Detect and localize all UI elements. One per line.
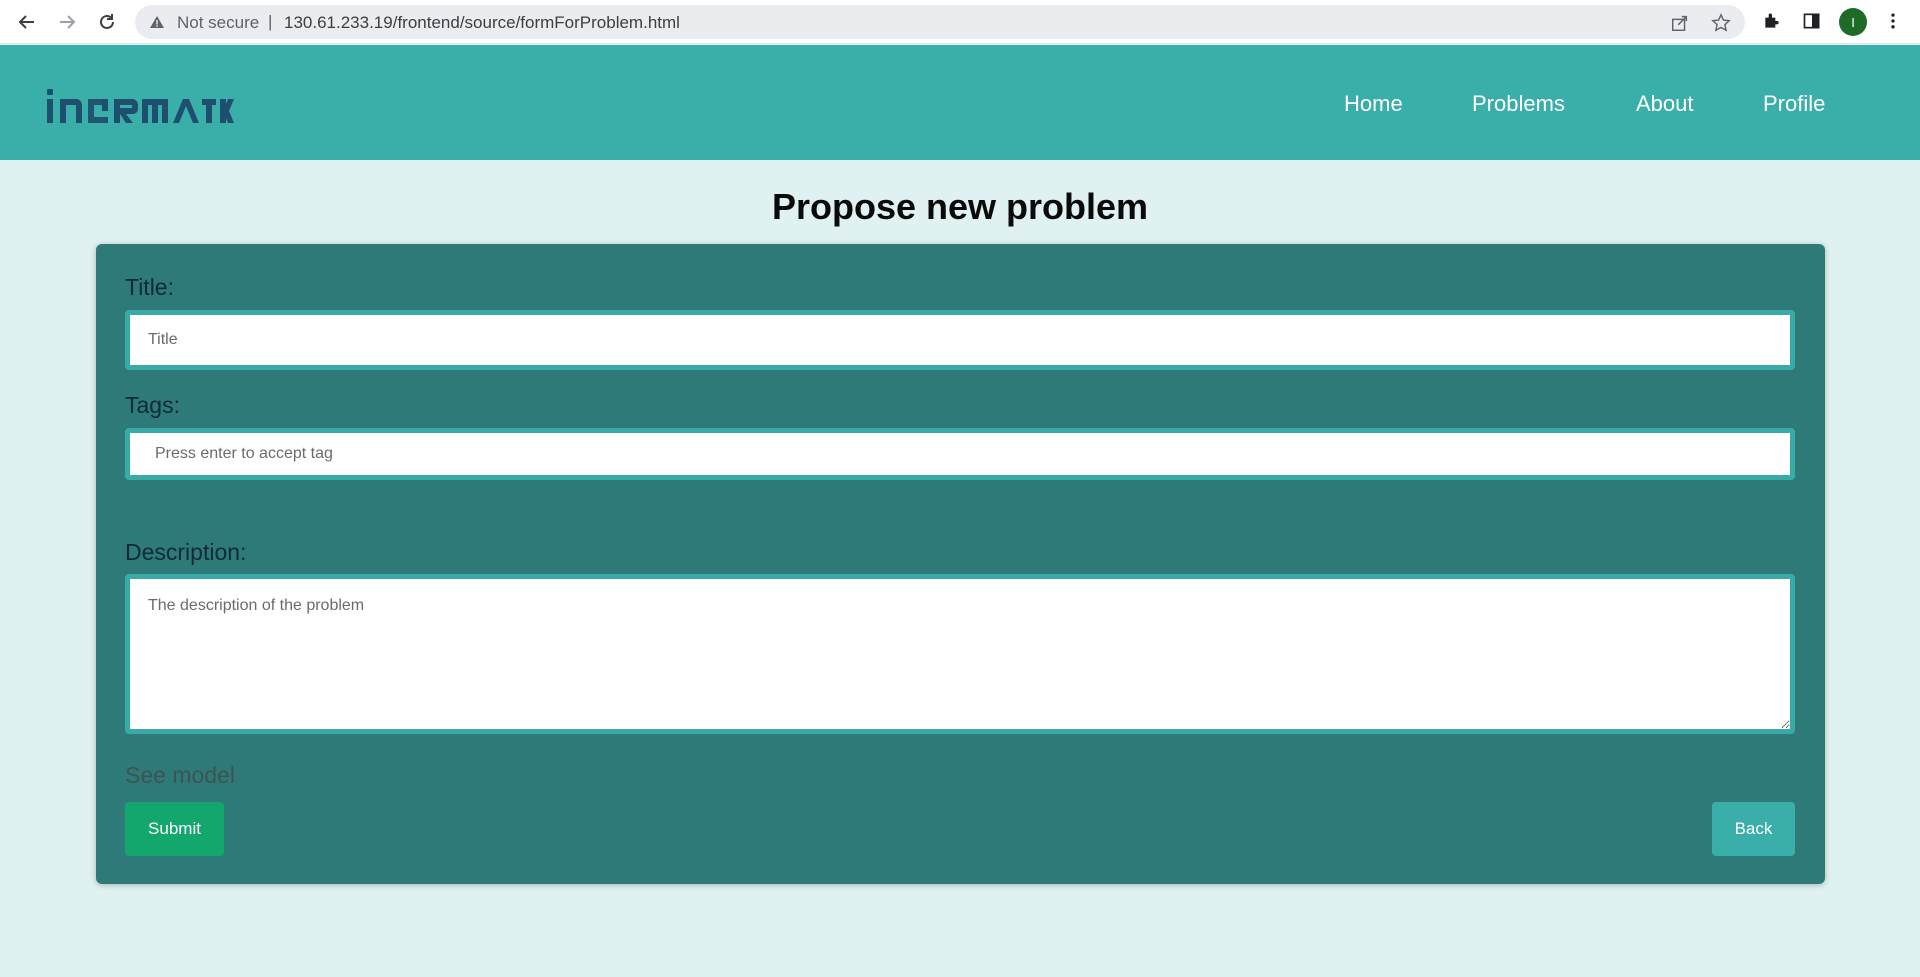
security-label: Not secure <box>177 13 260 32</box>
profile-avatar[interactable]: I <box>1839 8 1867 36</box>
site-header: Home Problems About Profile <box>0 45 1920 160</box>
tags-input[interactable] <box>125 428 1795 480</box>
address-bar[interactable]: Not secure | 130.61.233.19/frontend/sour… <box>135 5 1745 39</box>
back-button[interactable]: Back <box>1712 802 1795 856</box>
title-label: Title: <box>125 274 174 300</box>
reload-icon[interactable] <box>92 7 122 37</box>
kebab-menu-icon[interactable] <box>1881 9 1905 33</box>
nav-profile[interactable]: Profile <box>1763 91 1825 117</box>
share-icon[interactable] <box>1669 12 1691 34</box>
page-title: Propose new problem <box>771 186 1149 227</box>
informatix-logo[interactable] <box>44 87 234 125</box>
forward-arrow-icon[interactable] <box>52 7 82 37</box>
description-label: Description: <box>125 539 247 565</box>
url-separator: | <box>268 12 273 31</box>
tags-label: Tags: <box>125 392 180 418</box>
back-arrow-icon[interactable] <box>12 7 42 37</box>
description-textarea[interactable] <box>125 574 1795 734</box>
nav-problems[interactable]: Problems <box>1472 91 1565 117</box>
url-text[interactable]: 130.61.233.19/frontend/source/formForPro… <box>284 13 680 33</box>
star-icon[interactable] <box>1710 12 1732 34</box>
side-panel-icon[interactable] <box>1800 9 1824 33</box>
extensions-puzzle-icon[interactable] <box>1760 9 1784 33</box>
nav-home[interactable]: Home <box>1344 91 1403 117</box>
browser-toolbar: Not secure | 130.61.233.19/frontend/sour… <box>0 0 1920 44</box>
see-model-link[interactable]: See model <box>125 762 235 789</box>
nav-about[interactable]: About <box>1636 91 1694 117</box>
new-problem-form: Title: Tags: Description: See model Subm… <box>96 244 1825 884</box>
title-input[interactable] <box>125 310 1795 370</box>
submit-button[interactable]: Submit <box>125 802 224 856</box>
warning-icon <box>150 16 164 28</box>
